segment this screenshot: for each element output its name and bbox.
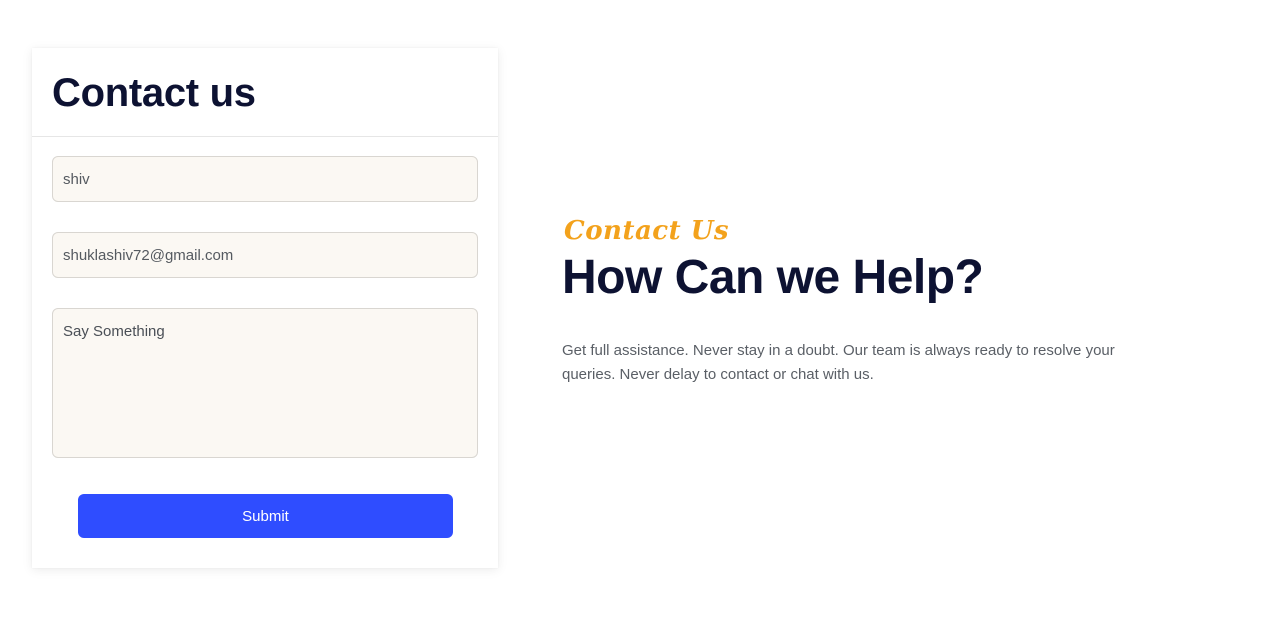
contact-us-eyebrow: Contact Us [564, 216, 729, 246]
contact-form-card: Contact us Submit [32, 48, 498, 568]
help-description: Get full assistance. Never stay in a dou… [562, 341, 1115, 383]
email-input[interactable] [52, 232, 478, 278]
help-headline: How Can we Help? [562, 251, 984, 304]
contact-form-header: Contact us [32, 48, 498, 137]
contact-page: Contact us Submit Contact Us How Can we … [0, 0, 1271, 626]
contact-form-title: Contact us [52, 71, 256, 115]
submit-button[interactable]: Submit [78, 494, 453, 538]
help-section: Contact Us How Can we Help? Get full ass… [562, 212, 1152, 387]
name-input[interactable] [52, 156, 478, 202]
message-textarea[interactable] [52, 308, 478, 458]
